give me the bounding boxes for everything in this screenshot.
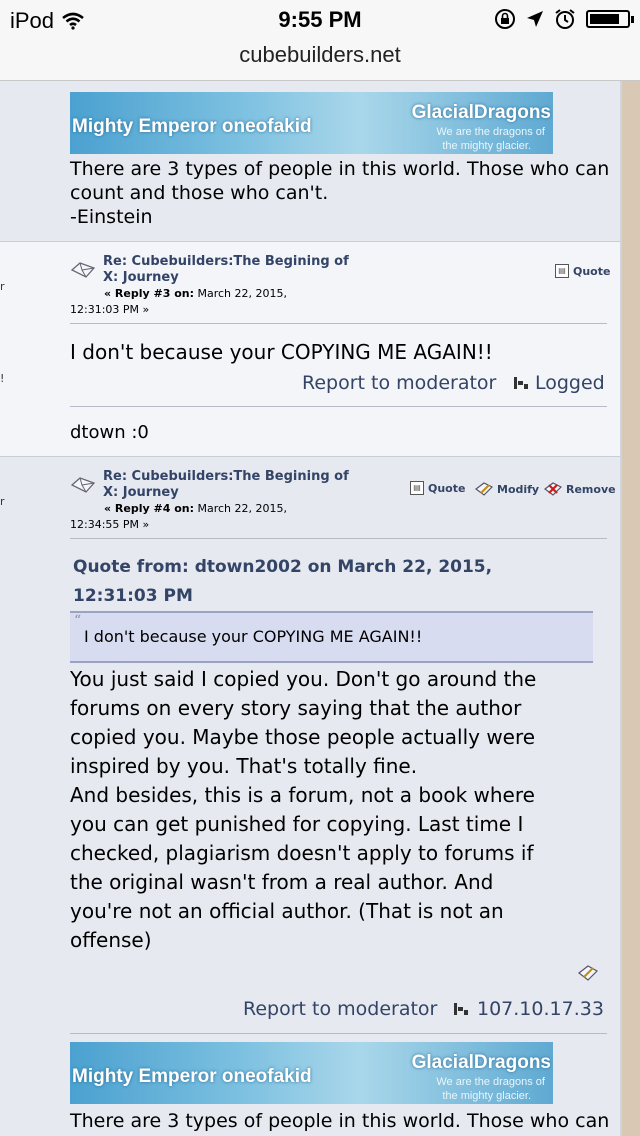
signature-text: There are 3 types of people in this worl… (70, 157, 609, 229)
post-signature: dtown :0 (70, 422, 149, 443)
location-arrow-icon (527, 11, 543, 27)
quote-block: “ I don't because your COPYING ME AGAIN!… (70, 611, 593, 663)
edge-mark: r (0, 495, 5, 508)
address-bar[interactable]: cubebuilders.net (0, 40, 640, 81)
edge-mark: r (0, 280, 5, 293)
post-body-line: the original wasn't from a real author. … (70, 870, 494, 894)
quoted-text: I don't because your COPYING ME AGAIN!! (84, 627, 423, 646)
report-to-moderator-link[interactable]: Report to moderator (302, 372, 496, 394)
signature-line: There are 3 types of people in this worl… (70, 158, 610, 180)
quote-label: Quote (428, 481, 466, 495)
post-body-line: checked, plagiarism doesn't apply to for… (70, 841, 534, 865)
ip-address-text: 107.10.17.33 (477, 998, 604, 1020)
ip-icon (514, 377, 528, 389)
quote-header-line[interactable]: 12:31:03 PM (73, 582, 492, 611)
post-body-line: And besides, this is a forum, not a book… (70, 783, 535, 807)
signature-banner[interactable]: Mighty Emperor oneofakid GlacialDragons … (70, 1042, 553, 1104)
signature-line: -Einstein (70, 206, 153, 228)
alarm-icon (555, 9, 575, 29)
post-body-line: You just said I copied you. Don't go aro… (70, 667, 537, 691)
reply-number: « Reply #4 on: (104, 502, 194, 515)
quote-label: Quote (573, 264, 611, 278)
post-body-line: inspired by you. That's totally fine. (70, 754, 418, 778)
battery-icon (586, 10, 634, 28)
scroll-gutter[interactable] (622, 81, 640, 1136)
post-body-line: forums on every story saying that the au… (70, 696, 522, 720)
ip-icon (454, 1003, 468, 1015)
quote-icon: ▤ (410, 481, 424, 495)
forum-thread: Mighty Emperor oneofakid GlacialDragons … (0, 81, 640, 1136)
message-icon (70, 477, 96, 493)
banner-name: Mighty Emperor oneofakid (72, 116, 312, 137)
quote-button[interactable]: ▤ Quote (410, 481, 465, 495)
banner-tagline: We are the dragons of (436, 126, 545, 138)
modify-icon (475, 482, 493, 496)
banner-group: GlacialDragons (411, 1052, 551, 1073)
banner-tagline: the mighty glacier. (442, 140, 531, 152)
post-title[interactable]: Re: Cubebuilders:The Begining of X: Jour… (103, 469, 349, 501)
post-time: 12:34:55 PM » (70, 518, 150, 531)
post-body: You just said I copied you. Don't go aro… (70, 665, 536, 955)
signature-banner[interactable]: Mighty Emperor oneofakid GlacialDragons … (70, 92, 553, 154)
post-date: March 22, 2015, (197, 502, 288, 515)
signature-line: count and those who can't. (70, 182, 329, 204)
banner-group: GlacialDragons (411, 102, 551, 123)
logged-label: Logged (535, 372, 605, 394)
post-title-line[interactable]: Re: Cubebuilders:The Begining of (103, 469, 349, 485)
post-title-line[interactable]: X: Journey (103, 485, 349, 501)
url-text[interactable]: cubebuilders.net (0, 42, 640, 68)
post-title-line[interactable]: X: Journey (103, 270, 349, 286)
banner-tagline: We are the dragons of (436, 1076, 545, 1088)
quote-button[interactable]: ▤ Quote (555, 264, 610, 278)
post-title-line[interactable]: Re: Cubebuilders:The Begining of (103, 254, 349, 270)
quote-header-line[interactable]: Quote from: dtown2002 on March 22, 2015, (73, 553, 492, 582)
post-date: March 22, 2015, (197, 287, 288, 300)
signature-divider (70, 406, 607, 407)
remove-icon (544, 482, 562, 496)
banner-name: Mighty Emperor oneofakid (72, 1066, 312, 1087)
post-body: I don't because your COPYING ME AGAIN!! (70, 340, 493, 364)
signature-divider (70, 1033, 607, 1034)
post-reply-4: r Re: Cubebuilders:The Begining of X: Jo… (0, 456, 620, 1136)
modify-inline-icon[interactable] (578, 964, 598, 982)
status-right (494, 8, 634, 30)
modify-label: Modify (497, 482, 540, 496)
previous-post-signature: Mighty Emperor oneofakid GlacialDragons … (0, 81, 620, 241)
quote-header[interactable]: Quote from: dtown2002 on March 22, 2015,… (73, 553, 492, 611)
post-divider (70, 323, 607, 324)
message-icon (70, 262, 96, 278)
post-time: 12:31:03 PM » (70, 303, 150, 316)
post-body-line: copied you. Maybe those people actually … (70, 725, 536, 749)
post-divider (70, 538, 607, 539)
post-body-line: offense) (70, 928, 152, 952)
ip-address: 107.10.17.33 (453, 998, 604, 1020)
logged-indicator: Logged (513, 372, 605, 394)
report-to-moderator-link[interactable]: Report to moderator (243, 998, 437, 1020)
banner-tagline: the mighty glacier. (442, 1090, 531, 1102)
reply-number: « Reply #3 on: (104, 287, 194, 300)
post-body-line: you're not an official author. (That is … (70, 899, 504, 923)
post-meta: « Reply #4 on: March 22, 2015, 12:34:55 … (70, 501, 287, 533)
signature-text: There are 3 types of people in this worl… (70, 1110, 610, 1132)
post-meta: « Reply #3 on: March 22, 2015, 12:31:03 … (70, 286, 287, 318)
quote-icon: ▤ (555, 264, 569, 278)
remove-label: Remove (566, 482, 616, 496)
rotation-lock-icon (495, 9, 515, 29)
post-title[interactable]: Re: Cubebuilders:The Begining of X: Jour… (103, 254, 349, 286)
post-body-line: you can get punished for copying. Last t… (70, 812, 524, 836)
quote-mark-icon: “ (74, 613, 82, 629)
remove-button[interactable]: Remove (544, 481, 616, 497)
edge-mark: ! (0, 372, 5, 385)
status-bar: iPod 9:55 PM (0, 0, 640, 40)
modify-button[interactable]: Modify (475, 481, 539, 497)
post-reply-3: r ! Re: Cubebuilders:The Begining of X: … (0, 241, 620, 457)
